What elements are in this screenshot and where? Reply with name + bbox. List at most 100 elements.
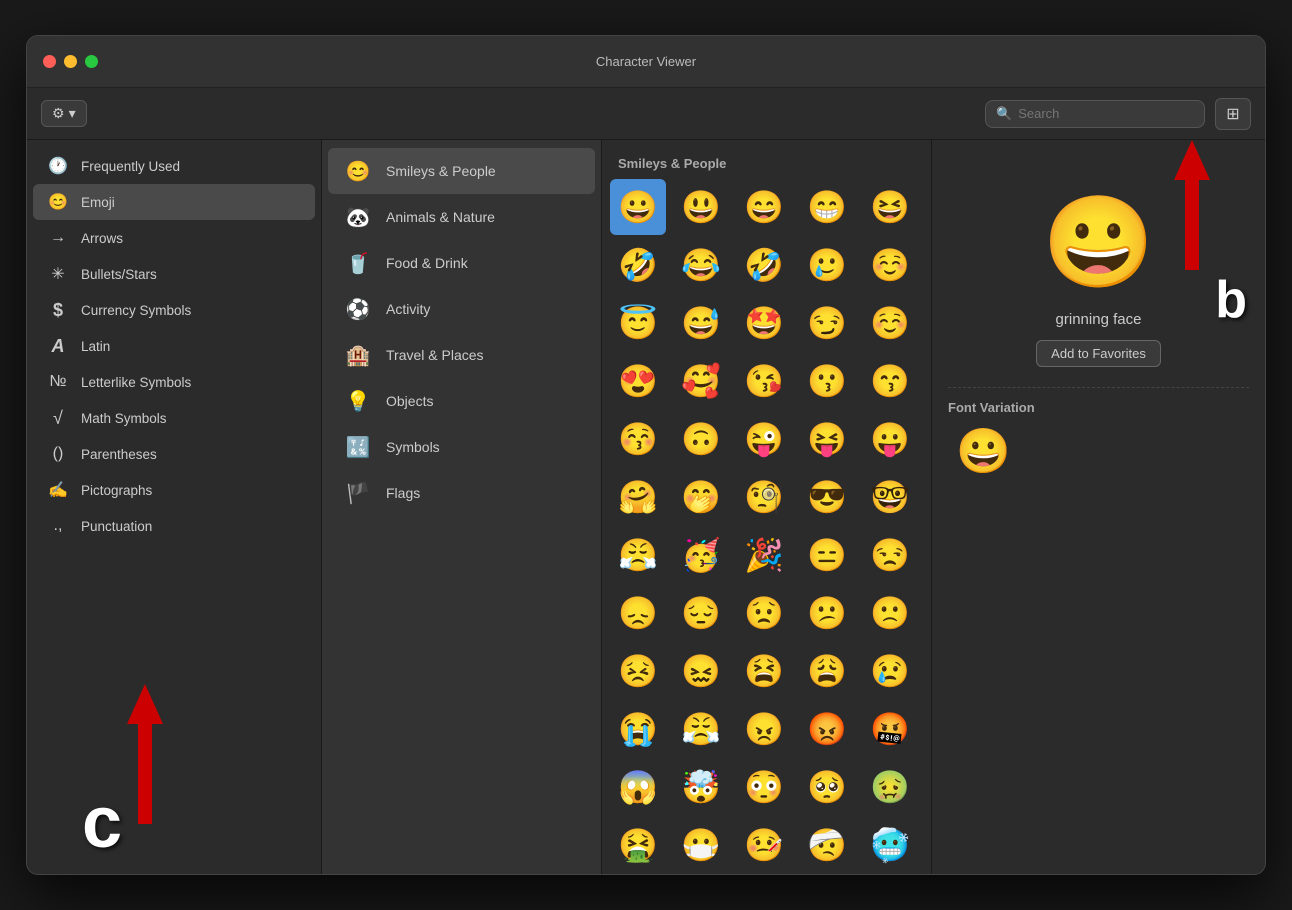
search-input[interactable] [1018, 106, 1194, 121]
emoji-cell[interactable]: 😎 [799, 469, 855, 525]
emoji-cell[interactable]: 😂 [673, 237, 729, 293]
emoji-cell[interactable]: 😆 [862, 179, 918, 235]
emoji-cell[interactable]: 😷 [673, 817, 729, 873]
sidebar-item-label: Arrows [81, 231, 123, 246]
emoji-cell[interactable]: 😞 [610, 585, 666, 641]
emoji-cell[interactable]: 🙃 [673, 411, 729, 467]
emoji-cell[interactable]: 😃 [673, 179, 729, 235]
close-button[interactable] [43, 55, 56, 68]
emoji-cell[interactable]: 😇 [610, 295, 666, 351]
emoji-cell[interactable]: 😛 [862, 411, 918, 467]
emoji-cell[interactable]: 😟 [736, 585, 792, 641]
emoji-cell[interactable]: 😩 [799, 643, 855, 699]
emoji-cell[interactable]: 😒 [862, 527, 918, 583]
emoji-cell[interactable]: 😖 [673, 643, 729, 699]
punctuation-icon: ., [47, 515, 69, 537]
sidebar-item-bullets-stars[interactable]: ✳ Bullets/Stars [33, 256, 315, 292]
label-b: b [1215, 270, 1247, 330]
emoji-cell[interactable]: 😡 [799, 701, 855, 757]
minimize-button[interactable] [64, 55, 77, 68]
emoji-cell[interactable]: 🤮 [610, 817, 666, 873]
emoji-cell[interactable]: ☺️ [862, 295, 918, 351]
gear-button[interactable]: ⚙ ▾ [41, 100, 87, 127]
sidebar-item-emoji[interactable]: 😊 Emoji [33, 184, 315, 220]
emoji-cell[interactable]: 😤 [610, 527, 666, 583]
emoji-cell[interactable]: 😕 [799, 585, 855, 641]
category-symbols[interactable]: 🔣 Symbols [328, 424, 595, 470]
emoji-cell[interactable]: 😜 [736, 411, 792, 467]
emoji-cell[interactable]: 😳 [736, 759, 792, 815]
add-to-favorites-button[interactable]: Add to Favorites [1036, 340, 1161, 367]
category-label: Animals & Nature [386, 209, 495, 225]
emoji-cell[interactable]: 😚 [610, 411, 666, 467]
sidebar-item-pictographs[interactable]: ✍ Pictographs [33, 472, 315, 508]
category-travel-places[interactable]: 🏨 Travel & Places [328, 332, 595, 378]
sidebar-item-punctuation[interactable]: ., Punctuation [33, 508, 315, 544]
sidebar-item-frequently-used[interactable]: 🕐 Frequently Used [33, 148, 315, 184]
emoji-cell[interactable]: 🥺 [799, 759, 855, 815]
emoji-cell[interactable]: 😅 [673, 295, 729, 351]
emoji-cell[interactable]: 😔 [673, 585, 729, 641]
sidebar-item-latin[interactable]: A Latin [33, 328, 315, 364]
emoji-cell[interactable]: 😁 [799, 179, 855, 235]
emoji-cell[interactable]: 😢 [862, 643, 918, 699]
emoji-cell[interactable]: 🤣 [610, 237, 666, 293]
emoji-cell[interactable]: 😀 [610, 179, 666, 235]
emoji-cell[interactable]: 🤩 [736, 295, 792, 351]
emoji-cell[interactable]: ☺️ [862, 237, 918, 293]
emoji-cell[interactable]: 🤕 [799, 817, 855, 873]
category-food-drink[interactable]: 🥤 Food & Drink [328, 240, 595, 286]
emoji-cell[interactable]: 😘 [736, 353, 792, 409]
category-animals-nature[interactable]: 🐼 Animals & Nature [328, 194, 595, 240]
emoji-cell[interactable]: 🙁 [862, 585, 918, 641]
emoji-cell[interactable]: 😑 [799, 527, 855, 583]
emoji-cell[interactable]: 😝 [799, 411, 855, 467]
emoji-cell[interactable]: 🤣 [736, 237, 792, 293]
category-flags[interactable]: 🏴 Flags [328, 470, 595, 516]
sidebar-item-currency-symbols[interactable]: $ Currency Symbols [33, 292, 315, 328]
pictographs-icon: ✍ [47, 479, 69, 501]
search-box: 🔍 [985, 100, 1205, 128]
emoji-cell[interactable]: 🥲 [799, 237, 855, 293]
sidebar-item-label: Latin [81, 339, 110, 354]
sidebar-item-label: Pictographs [81, 483, 152, 498]
emoji-cell[interactable]: 🤓 [862, 469, 918, 525]
arrow-b-shaft [1185, 180, 1199, 270]
animals-icon: 🐼 [344, 203, 372, 231]
emoji-cell[interactable]: 😏 [799, 295, 855, 351]
emoji-cell[interactable]: 😍 [610, 353, 666, 409]
emoji-cell[interactable]: 😗 [799, 353, 855, 409]
font-variation-emoji[interactable]: 😀 [956, 425, 1011, 477]
sidebar-item-parentheses[interactable]: () Parentheses [33, 436, 315, 472]
emoji-cell[interactable]: 🤭 [673, 469, 729, 525]
emoji-cell[interactable]: 😭 [610, 701, 666, 757]
emoji-cell[interactable]: 🤬 [862, 701, 918, 757]
category-objects[interactable]: 💡 Objects [328, 378, 595, 424]
emoji-cell[interactable]: 🥶 [862, 817, 918, 873]
emoji-cell[interactable]: 😄 [736, 179, 792, 235]
emoji-cell[interactable]: 😱 [610, 759, 666, 815]
emoji-cell[interactable]: 🤗 [610, 469, 666, 525]
category-activity[interactable]: ⚽ Activity [328, 286, 595, 332]
sidebar-item-label: Bullets/Stars [81, 267, 157, 282]
emoji-cell[interactable]: 🤯 [673, 759, 729, 815]
zoom-button[interactable] [85, 55, 98, 68]
sidebar-item-math-symbols[interactable]: √ Math Symbols [33, 400, 315, 436]
emoji-cell[interactable]: 🥰 [673, 353, 729, 409]
emoji-cell[interactable]: 🤒 [736, 817, 792, 873]
emoji-cell[interactable]: 😠 [736, 701, 792, 757]
character-name: grinning face [1056, 311, 1142, 328]
emoji-cell[interactable]: 🥳 [673, 527, 729, 583]
category-smileys-people[interactable]: 😊 Smileys & People [328, 148, 595, 194]
emoji-cell[interactable]: 😫 [736, 643, 792, 699]
emoji-cell[interactable]: 🎉 [736, 527, 792, 583]
emoji-cell[interactable]: 🧐 [736, 469, 792, 525]
arrow-icon: → [47, 227, 69, 249]
emoji-cell[interactable]: 😙 [862, 353, 918, 409]
sidebar-item-letterlike-symbols[interactable]: № Letterlike Symbols [33, 364, 315, 400]
keyboard-button[interactable]: ⊞ [1215, 98, 1251, 130]
emoji-cell[interactable]: 😣 [610, 643, 666, 699]
sidebar-item-arrows[interactable]: → Arrows [33, 220, 315, 256]
emoji-cell[interactable]: 🤢 [862, 759, 918, 815]
emoji-cell[interactable]: 😤 [673, 701, 729, 757]
